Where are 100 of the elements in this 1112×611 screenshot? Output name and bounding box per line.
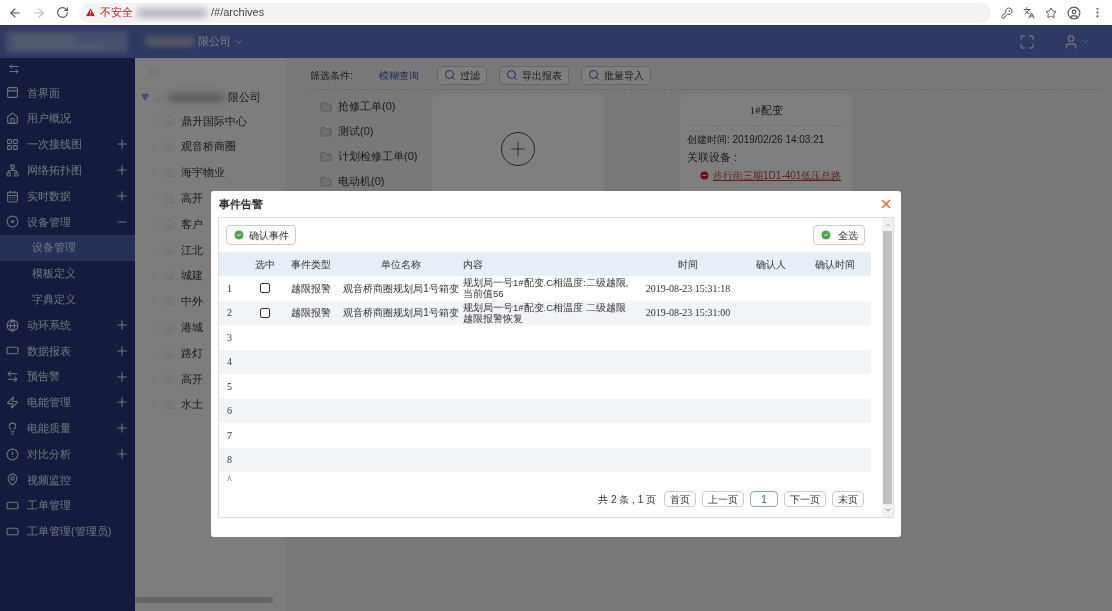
menu-icon bbox=[6, 112, 19, 126]
column-header: 确认时间 bbox=[815, 258, 855, 270]
expand-icon[interactable] bbox=[115, 421, 129, 436]
sidebar-item[interactable]: 工单管理 bbox=[0, 492, 135, 519]
tree-item[interactable]: 海宇物业 bbox=[181, 164, 225, 181]
tree-item[interactable]: 限公司 bbox=[228, 88, 261, 106]
page-summary: 共 2 条 , 1 页 bbox=[598, 492, 656, 507]
scrollbar[interactable] bbox=[135, 597, 273, 603]
tree-item[interactable]: 路灯 bbox=[181, 344, 203, 362]
sidebar-item[interactable]: 动环系统 bbox=[0, 312, 135, 338]
last-page-button[interactable]: 末页 bbox=[832, 491, 864, 507]
scroll-down-icon[interactable] bbox=[883, 506, 892, 514]
tree-item[interactable]: 高开 bbox=[181, 370, 203, 388]
user-icon[interactable] bbox=[1063, 33, 1079, 50]
expand-icon[interactable] bbox=[115, 318, 129, 333]
column-header: 时间 bbox=[678, 258, 698, 270]
sidebar-item[interactable]: 视频监控 bbox=[0, 466, 135, 493]
sidebar-item[interactable]: 用户概况 bbox=[0, 105, 135, 132]
folder-item[interactable]: 测试(0) bbox=[338, 123, 374, 140]
fuzzy-search-link[interactable]: 模糊查询 bbox=[378, 67, 419, 83]
sidebar-item[interactable]: 电能质量 bbox=[0, 415, 135, 442]
toggle-icon[interactable] bbox=[8, 63, 20, 75]
redacted-text bbox=[137, 7, 207, 18]
tree-item[interactable]: 观音桥商圈 bbox=[181, 138, 236, 155]
column-header: 单位名称 bbox=[381, 258, 421, 270]
sidebar-item[interactable]: 对比分析 bbox=[0, 441, 135, 467]
menu-icon bbox=[6, 473, 19, 487]
sidebar-item[interactable]: 一次接线图 bbox=[0, 131, 135, 158]
tree-item[interactable]: 中外 bbox=[181, 293, 203, 310]
back-icon[interactable] bbox=[8, 5, 22, 20]
checkbox[interactable] bbox=[260, 307, 270, 318]
expand-icon[interactable] bbox=[115, 395, 129, 410]
menu-icon bbox=[6, 447, 19, 461]
select-all-button[interactable]: 全选 bbox=[813, 225, 865, 245]
sidebar-item[interactable]: 设备管理 bbox=[0, 209, 135, 235]
tree-item[interactable]: 客户 bbox=[181, 215, 203, 233]
fullscreen-icon[interactable] bbox=[1019, 33, 1035, 50]
device-link[interactable]: 步行街三期1D1-401低压总路 bbox=[713, 168, 842, 183]
folder-icon bbox=[320, 100, 332, 113]
company-name: 限公司 bbox=[198, 34, 231, 50]
table-cell: 观音桥商圈规划局1号箱变 bbox=[343, 282, 459, 294]
folder-item[interactable]: 抢修工单(0) bbox=[338, 98, 396, 115]
next-page-button[interactable]: 下一页 bbox=[784, 491, 826, 507]
scrollbar[interactable] bbox=[882, 218, 893, 517]
tree-item[interactable]: 城建 bbox=[181, 267, 203, 284]
toolbar-button[interactable]: 过滤 bbox=[436, 65, 487, 85]
folder-item[interactable]: 电动机(0) bbox=[338, 173, 385, 190]
table-cell: 观音桥商圈规划局1号箱变 bbox=[343, 307, 459, 319]
close-icon[interactable] bbox=[879, 197, 893, 211]
first-page-button[interactable]: 首页 bbox=[664, 491, 696, 507]
reload-icon[interactable] bbox=[56, 6, 69, 19]
table-cell: 2019-08-23 15:31:00 bbox=[645, 307, 731, 319]
tree-item[interactable]: 高开 bbox=[181, 190, 203, 207]
page-input[interactable]: 1 bbox=[750, 491, 778, 507]
sidebar-item[interactable]: 网络拓扑图 bbox=[0, 157, 135, 184]
tree-item[interactable]: 港城 bbox=[181, 319, 203, 336]
created-time: 创建时间: 2019/02/26 14:03:21 bbox=[687, 132, 826, 147]
tree-item[interactable]: 水土 bbox=[181, 396, 203, 413]
row-number: 6 bbox=[227, 405, 232, 417]
confirm-event-button[interactable]: 确认事件 bbox=[226, 225, 296, 245]
previous-page-button[interactable]: 上一页 bbox=[702, 491, 744, 507]
folder-item[interactable]: 计划检修工单(0) bbox=[338, 148, 418, 165]
caret-icon[interactable] bbox=[141, 93, 149, 101]
scroll-up-icon[interactable] bbox=[883, 221, 892, 229]
sidebar-item[interactable]: 预告警 bbox=[0, 363, 135, 390]
expand-icon[interactable] bbox=[115, 189, 129, 204]
forward-icon[interactable] bbox=[32, 5, 46, 20]
sidebar-item[interactable]: 首界面 bbox=[0, 80, 135, 106]
expand-icon[interactable] bbox=[115, 163, 129, 178]
tree-item[interactable]: 鼎升国际中心 bbox=[181, 112, 247, 130]
avatar-icon[interactable] bbox=[1067, 5, 1081, 20]
row-number: 8 bbox=[227, 454, 232, 466]
expand-icon[interactable] bbox=[115, 343, 129, 358]
tree-item[interactable]: 江北 bbox=[181, 241, 203, 259]
checkbox[interactable] bbox=[260, 283, 270, 294]
menu-icon bbox=[6, 318, 19, 332]
sidebar-item[interactable]: 电能管理 bbox=[0, 389, 135, 416]
row-number: 1 bbox=[227, 282, 232, 294]
submenu-item[interactable]: 模板定义 bbox=[0, 260, 135, 287]
check-icon bbox=[233, 229, 245, 241]
sidebar-item[interactable]: 工单管理(管理员) bbox=[0, 518, 135, 545]
expand-icon[interactable] bbox=[115, 369, 129, 384]
expand-icon[interactable] bbox=[115, 137, 129, 152]
toolbar-button[interactable]: 批量导入 bbox=[580, 65, 651, 85]
translate-icon[interactable] bbox=[1023, 6, 1035, 19]
sidebar-item[interactable]: 实时数据 bbox=[0, 183, 135, 209]
sidebar-item[interactable]: 数据报表 bbox=[0, 337, 135, 364]
key-icon[interactable] bbox=[1001, 6, 1013, 19]
caret-icon[interactable] bbox=[1081, 37, 1090, 46]
submenu-item[interactable]: 设备管理 bbox=[0, 234, 135, 261]
address-bar[interactable]: 不安全 /#/archives bbox=[79, 2, 991, 23]
star-icon[interactable] bbox=[1045, 6, 1057, 19]
toolbar-button[interactable]: 导出报表 bbox=[498, 65, 569, 85]
remove-icon[interactable] bbox=[699, 170, 710, 181]
menu-icon bbox=[6, 163, 19, 177]
menu-icon bbox=[6, 395, 19, 409]
submenu-item[interactable]: 字典定义 bbox=[0, 286, 135, 313]
expand-icon[interactable] bbox=[115, 447, 129, 462]
security-label: 不安全 bbox=[100, 5, 133, 21]
column-header: 内容 bbox=[463, 258, 483, 270]
